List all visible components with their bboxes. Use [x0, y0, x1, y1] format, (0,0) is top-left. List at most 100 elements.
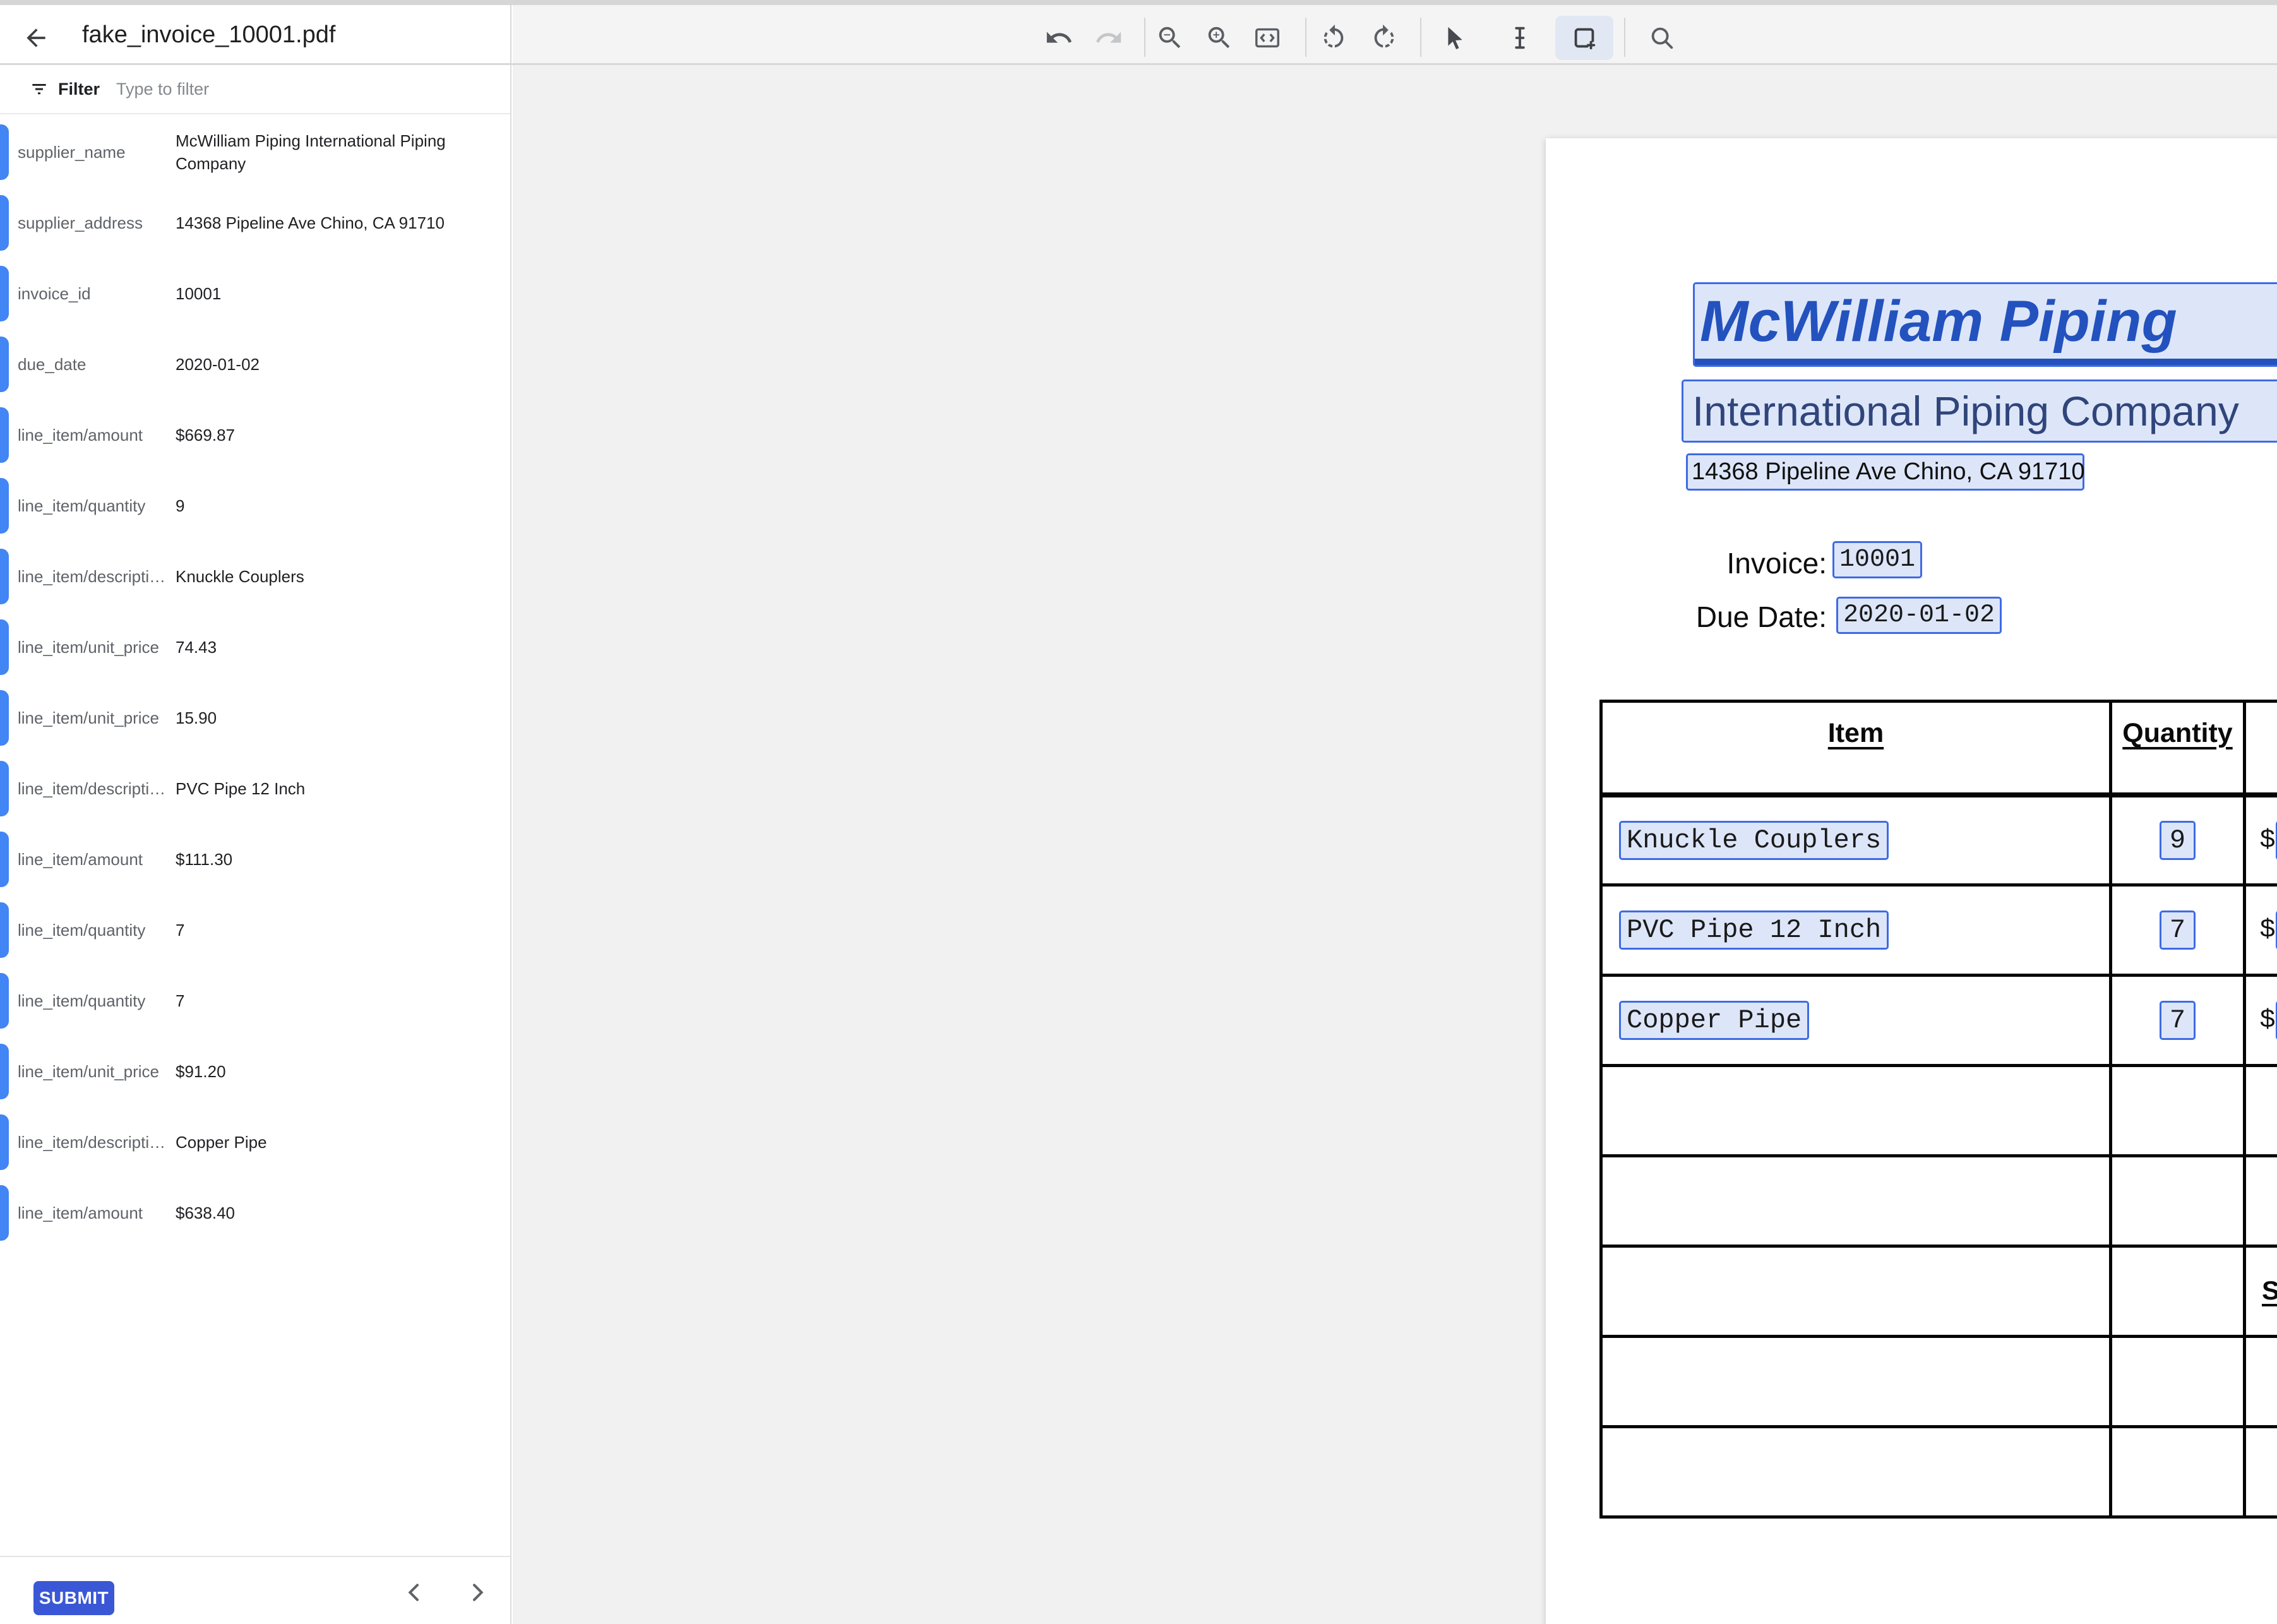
table-row: Copper Pipe 7 $91.20 $638.40	[1601, 976, 2277, 1066]
field-value: Copper Pipe	[176, 1131, 498, 1154]
select-cursor-icon	[1440, 23, 1469, 52]
annotation-due-date[interactable]: 2020-01-02	[1836, 597, 2002, 634]
table-summary-row: Subtotal $1,419.57	[1601, 1246, 2277, 1337]
table-summary-row: Tax $113.57	[1601, 1337, 2277, 1427]
annotation-line-item-quantity[interactable]: 7	[2160, 911, 2196, 950]
field-row-line-item-quantity[interactable]: line_item/quantity7	[0, 895, 510, 965]
search-button[interactable]	[1639, 15, 1685, 61]
field-row-invoice-id[interactable]: invoice_id10001	[0, 258, 510, 329]
annotation-supplier-name-title[interactable]: McWilliam Piping	[1693, 282, 2277, 367]
table-header-row: Item Quantity Price Cost	[1601, 702, 2277, 795]
table-row: Knuckle Couplers 9 $74.43 $669.87	[1601, 795, 2277, 885]
table-row: PVC Pipe 12 Inch 7 $15.90 $111.30	[1601, 885, 2277, 976]
field-value: 10001	[176, 282, 498, 305]
toolbar-divider	[1144, 18, 1145, 57]
back-button[interactable]	[22, 24, 50, 52]
field-accent-bar	[0, 1185, 9, 1241]
annotation-line-item-quantity[interactable]: 9	[2160, 821, 2196, 860]
field-accent-bar	[0, 832, 9, 887]
rotate-left-button[interactable]	[1311, 15, 1356, 61]
currency-symbol: $	[2259, 915, 2275, 945]
box-select-button[interactable]	[1562, 15, 1607, 61]
field-row-line-item-amount[interactable]: line_item/amount$111.30	[0, 824, 510, 895]
field-row-supplier-name[interactable]: supplier_nameMcWilliam Piping Internatio…	[0, 117, 510, 188]
field-label: invoice_id	[18, 284, 173, 304]
toolbar	[513, 5, 2277, 64]
doc-address: 14368 Pipeline Ave Chino, CA 91710	[1688, 458, 2085, 486]
rotate-right-button[interactable]	[1361, 15, 1407, 61]
redo-icon	[1094, 23, 1123, 52]
fit-width-button[interactable]	[1245, 15, 1290, 61]
annotation-line-item-description[interactable]: PVC Pipe 12 Inch	[1619, 911, 1889, 950]
field-label: line_item/descripti…	[18, 567, 173, 587]
annotation-supplier-name-subtitle[interactable]: International Piping Company	[1682, 379, 2277, 443]
topbar-left: fake_invoice_10001.pdf	[0, 5, 511, 64]
field-row-line-item-amount[interactable]: line_item/amount$669.87	[0, 400, 510, 470]
field-value: 15.90	[176, 707, 498, 729]
zoom-out-icon	[1156, 23, 1185, 52]
field-label: line_item/descripti…	[18, 1133, 173, 1152]
annotation-line-item-description[interactable]: Copper Pipe	[1619, 1001, 1809, 1040]
undo-icon	[1044, 23, 1073, 52]
field-value: PVC Pipe 12 Inch	[176, 777, 498, 800]
field-row-line-item-description[interactable]: line_item/descripti…PVC Pipe 12 Inch	[0, 753, 510, 824]
annotation-line-item-quantity[interactable]: 7	[2160, 1001, 2196, 1040]
filter-input[interactable]: Type to filter	[116, 80, 510, 99]
field-accent-bar	[0, 195, 9, 251]
field-accent-bar	[0, 549, 9, 604]
chevron-right-icon	[465, 1580, 490, 1605]
text-select-icon	[1505, 23, 1534, 52]
next-page-button[interactable]	[465, 1580, 490, 1605]
toolbar-divider	[1624, 18, 1625, 57]
column-header-item: Item	[1601, 702, 2111, 795]
filter-placeholder: Type to filter	[116, 80, 209, 99]
field-row-line-item-quantity[interactable]: line_item/quantity7	[0, 965, 510, 1036]
table-empty-row	[1601, 1066, 2277, 1156]
field-row-line-item-quantity[interactable]: line_item/quantity9	[0, 470, 510, 541]
field-value: 2020-01-02	[176, 353, 498, 376]
rotate-right-icon	[1370, 23, 1399, 52]
field-row-due-date[interactable]: due_date2020-01-02	[0, 329, 510, 400]
select-cursor-button[interactable]	[1431, 15, 1477, 61]
field-value: 7	[176, 989, 498, 1012]
field-accent-bar	[0, 1044, 9, 1099]
table-summary-row: Total $1,533.14	[1601, 1427, 2277, 1517]
back-arrow-icon	[22, 24, 50, 52]
text-select-button[interactable]	[1497, 15, 1543, 61]
field-row-line-item-unit-price[interactable]: line_item/unit_price15.90	[0, 683, 510, 753]
field-row-line-item-unit-price[interactable]: line_item/unit_price74.43	[0, 612, 510, 683]
annotation-supplier-address[interactable]: 14368 Pipeline Ave Chino, CA 91710	[1686, 453, 2084, 491]
field-row-line-item-description[interactable]: line_item/descripti…Knuckle Couplers	[0, 541, 510, 612]
subtotal-label: Subtotal	[2262, 1275, 2277, 1305]
field-row-line-item-description[interactable]: line_item/descripti…Copper Pipe	[0, 1107, 510, 1178]
doc-title: McWilliam Piping	[1695, 289, 2277, 365]
submit-button[interactable]: SUBMIT	[33, 1581, 114, 1615]
field-row-supplier-address[interactable]: supplier_address14368 Pipeline Ave Chino…	[0, 188, 510, 258]
rotate-left-icon	[1319, 23, 1348, 52]
annotation-line-item-description[interactable]: Knuckle Couplers	[1619, 821, 1889, 860]
filter-row: Filter Type to filter	[0, 65, 510, 114]
redo-button[interactable]	[1086, 15, 1132, 61]
field-value: McWilliam Piping International Piping Co…	[176, 129, 498, 176]
toolbar-divider	[1420, 18, 1421, 57]
field-label: line_item/unit_price	[18, 638, 173, 657]
field-label: line_item/unit_price	[18, 1062, 173, 1082]
field-label: line_item/quantity	[18, 496, 173, 516]
field-value: 74.43	[176, 636, 498, 659]
field-accent-bar	[0, 1114, 9, 1170]
column-header-price: Price	[2245, 702, 2277, 795]
undo-button[interactable]	[1036, 15, 1082, 61]
zoom-out-button[interactable]	[1147, 15, 1193, 61]
field-label: supplier_name	[18, 143, 173, 162]
chevron-left-icon	[402, 1580, 427, 1605]
field-row-line-item-amount[interactable]: line_item/amount$638.40	[0, 1178, 510, 1248]
toolbar-divider	[1305, 18, 1306, 57]
zoom-in-button[interactable]	[1197, 15, 1242, 61]
field-row-line-item-unit-price[interactable]: line_item/unit_price$91.20	[0, 1036, 510, 1107]
box-select-icon	[1570, 23, 1599, 52]
field-label: line_item/amount	[18, 1203, 173, 1223]
sidebar-footer: SUBMIT	[0, 1556, 510, 1624]
field-label: line_item/amount	[18, 850, 173, 869]
annotation-invoice-id[interactable]: 10001	[1832, 541, 1922, 578]
previous-page-button[interactable]	[402, 1580, 427, 1605]
